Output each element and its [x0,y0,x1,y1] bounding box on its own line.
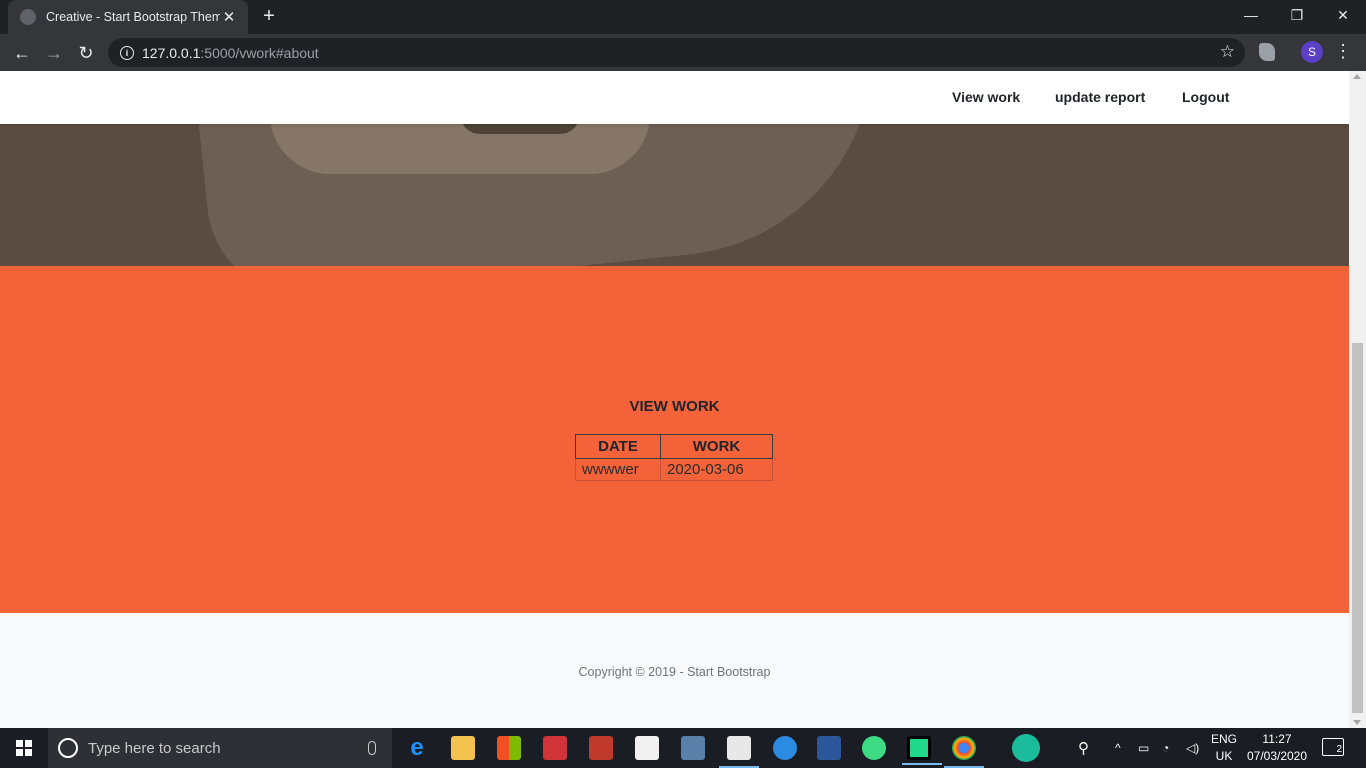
new-tab-button[interactable]: + [258,6,280,28]
close-window-button[interactable]: ✕ [1320,0,1366,30]
file-explorer-icon[interactable] [451,736,475,760]
url-host: 127.0.0.1 [142,44,201,61]
minimize-button[interactable]: — [1228,0,1274,30]
people-icon[interactable]: ⚲ [1078,728,1089,768]
work-table: DATE WORK wwwwer 2020-03-06 [575,434,773,481]
page-scrollbar[interactable] [1349,71,1366,728]
store-icon[interactable] [497,736,521,760]
reader-icon[interactable] [543,736,567,760]
taskbar-search[interactable]: Type here to search [48,728,392,768]
back-button[interactable]: ← [9,40,35,66]
scrollbar-thumb[interactable] [1352,343,1363,713]
language-code: ENG [1210,732,1237,746]
address-bar[interactable]: i 127.0.0.1:5000/vwork#about ☆ [108,38,1245,67]
tab-title: Creative - Start Bootstrap Theme [46,10,220,24]
language-indicator[interactable]: ENG UK [1208,731,1240,765]
browser-toolbar: ← → ↻ i 127.0.0.1:5000/vwork#about ☆ S ⋮ [0,34,1366,71]
forward-button[interactable]: → [41,40,67,66]
word-icon[interactable] [817,736,841,760]
mug-shadow [460,124,580,134]
windows-taskbar: Type here to search e ⚲ ^ ▭ ◔ ◁) ENG UK … [0,728,1366,768]
microphone-icon[interactable] [368,741,376,755]
app-blue-icon[interactable] [681,736,705,760]
clock-date: 07/03/2020 [1246,749,1308,763]
reload-button[interactable]: ↻ [73,40,99,66]
mug-highlight [270,124,650,174]
android-studio-icon[interactable] [862,736,886,760]
nav-view-work[interactable]: View work [952,89,1020,105]
site-navbar: View work update report Logout [0,71,1349,124]
browser-tab[interactable]: Creative - Start Bootstrap Theme ✕ [8,0,248,34]
column-header-date: DATE [575,434,661,459]
bookmark-star-icon[interactable]: ☆ [1220,42,1235,62]
about-section: VIEW WORK DATE WORK wwwwer 2020-03-06 [0,266,1349,613]
battery-icon[interactable]: ▭ [1138,728,1149,768]
extension-icon[interactable] [1259,43,1275,61]
app-paint-icon[interactable] [719,736,759,768]
site-footer: Copyright © 2019 - Start Bootstrap [0,613,1349,728]
globe-icon [20,9,36,25]
system-clock[interactable]: 11:27 07/03/2020 [1240,731,1314,765]
notification-count: 2 [1336,744,1342,755]
edge-icon[interactable]: e [405,736,429,760]
column-header-work: WORK [660,434,773,459]
masthead-image [0,124,1349,266]
app-dolphin-icon[interactable] [773,736,797,760]
table-header-row: DATE WORK [575,434,773,459]
notification-center-icon[interactable]: 2 [1322,738,1344,756]
region-code: UK [1215,749,1233,763]
scroll-down-arrow-icon[interactable] [1353,720,1361,725]
table-cell: wwwwer [575,458,661,481]
chrome-icon[interactable] [944,736,984,768]
info-icon[interactable]: i [120,45,134,60]
search-placeholder: Type here to search [88,739,221,757]
wifi-icon[interactable]: ◔ [1162,728,1169,768]
mail-icon[interactable] [635,736,659,760]
page-viewport: View work update report Logout VIEW WORK… [0,71,1349,728]
section-title: VIEW WORK [629,398,720,415]
show-hidden-icons-icon[interactable]: ^ [1115,728,1121,768]
app-red-icon[interactable] [589,736,613,760]
clock-time: 11:27 [1262,732,1292,746]
restore-button[interactable]: ❐ [1274,0,1320,30]
activity-monitor-icon[interactable] [1012,734,1040,762]
browser-menu-icon[interactable]: ⋮ [1334,40,1352,64]
cortana-icon [58,738,78,758]
profile-avatar[interactable]: S [1301,41,1323,63]
pycharm-icon[interactable] [902,736,942,765]
table-cell: 2020-03-06 [660,458,773,481]
windows-logo-icon [16,740,32,756]
browser-tabstrip: Creative - Start Bootstrap Theme ✕ + — ❐… [0,0,1366,34]
nav-update-report[interactable]: update report [1055,89,1145,105]
volume-icon[interactable]: ◁) [1186,728,1199,768]
scroll-up-arrow-icon[interactable] [1353,74,1361,79]
start-button[interactable] [0,728,48,768]
nav-logout[interactable]: Logout [1182,89,1229,105]
copyright-text: Copyright © 2019 - Start Bootstrap [578,665,771,679]
close-tab-icon[interactable]: ✕ [220,8,238,26]
url-path: :5000/vwork#about [200,44,319,61]
table-row: wwwwer 2020-03-06 [575,458,773,481]
